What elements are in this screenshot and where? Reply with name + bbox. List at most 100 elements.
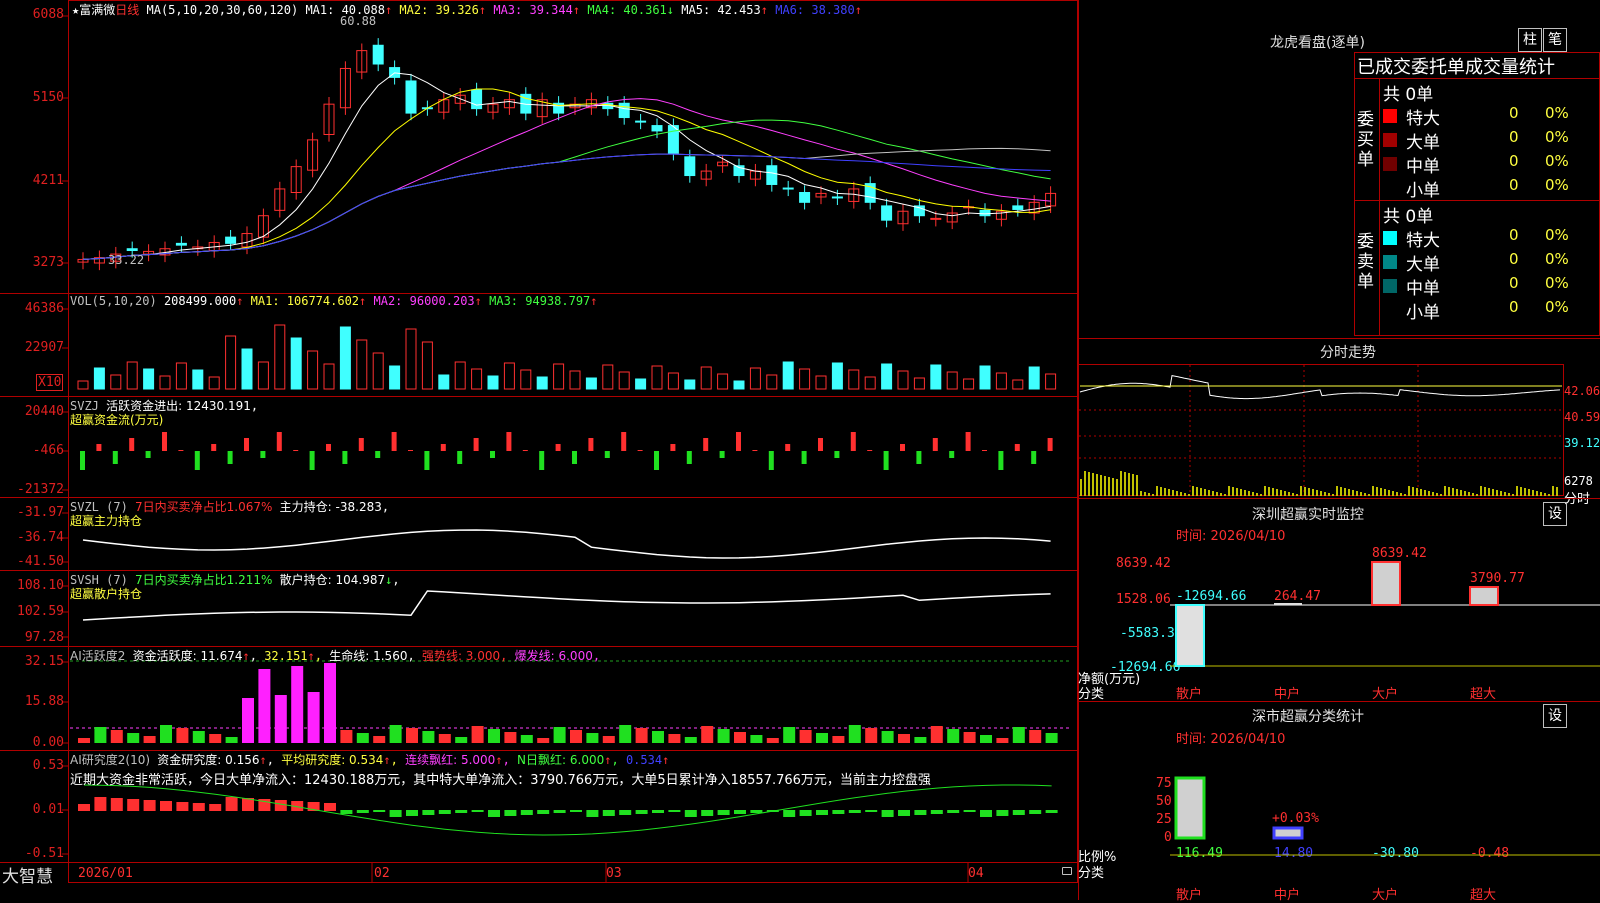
vol-bar-2 xyxy=(110,374,122,390)
svzj-bar-34 xyxy=(637,450,643,451)
buy-label: 委买单 xyxy=(1357,110,1374,170)
ma-line-1 xyxy=(82,72,1051,260)
air-bar-52 xyxy=(930,810,943,814)
ai2-bar-4 xyxy=(143,736,156,743)
air-bar-51 xyxy=(914,810,927,815)
ai2-bar-45 xyxy=(816,733,828,743)
ai2-bar-22 xyxy=(438,734,451,743)
price-tick-3: 3273 xyxy=(32,255,64,270)
air-bar-4 xyxy=(143,800,156,811)
sell-swatch-2 xyxy=(1383,279,1397,293)
air-bar-24 xyxy=(471,810,484,812)
svzj-bar-42 xyxy=(768,451,774,470)
svzj-bar-24 xyxy=(473,438,479,451)
bar-view-button[interactable]: 柱 xyxy=(1518,28,1542,52)
vol-bar-10 xyxy=(241,348,253,390)
svzl-sub: 超赢主力持仓 xyxy=(70,514,143,528)
svzj-bar-27 xyxy=(522,450,528,451)
ai2-bar-32 xyxy=(602,736,615,743)
ma3-arrow: ↑ xyxy=(572,3,581,17)
vol-bar-27 xyxy=(520,369,532,390)
ma3-value: MA3: 39.344 xyxy=(493,3,573,17)
ai2-bar-5 xyxy=(160,725,172,743)
ai2-bar-0 xyxy=(78,738,90,743)
sell-row-count-0: 0 xyxy=(1509,226,1519,244)
vol-bar-17 xyxy=(356,339,368,390)
svzj-bar-44 xyxy=(801,451,807,464)
ma5-value: MA5: 42.453 xyxy=(681,3,761,17)
ai2-bar-24 xyxy=(471,726,484,743)
svzj-tick-0: 20440 xyxy=(24,404,64,419)
sz-cat-1: 中户 xyxy=(1274,687,1301,702)
ai2-bar-43 xyxy=(783,727,796,743)
svzj-bar-10 xyxy=(244,438,249,451)
vol-tick-0: 46386 xyxy=(24,301,64,316)
svzl-line xyxy=(82,529,1051,559)
vol-ma2: MA2: 96000.203 xyxy=(373,294,475,308)
ai2-bar-35 xyxy=(652,731,664,743)
ai2-bar-14 xyxy=(307,692,320,743)
szc-val-0: 116.49 xyxy=(1176,846,1223,861)
air-bar-57 xyxy=(1012,810,1025,815)
svsh-sub: 超赢散户持仓 xyxy=(70,587,143,601)
lock-icon[interactable] xyxy=(1062,867,1072,875)
price-tick-0: 6088 xyxy=(32,7,64,22)
ai2-bar-18 xyxy=(373,736,386,743)
ai2-bar-33 xyxy=(619,725,632,743)
ai2-bar-27 xyxy=(520,735,533,743)
air-bar-16 xyxy=(340,810,353,814)
air-bar-3 xyxy=(127,799,140,811)
svzj-bar-16 xyxy=(342,451,348,464)
buy-row-count-1: 0 xyxy=(1509,128,1519,146)
air-bar-44 xyxy=(799,810,812,816)
svzj-bar-50 xyxy=(900,444,905,451)
sz-monitor-settings-button[interactable]: 设 xyxy=(1543,502,1567,526)
ma5-arrow: ↑ xyxy=(760,3,768,17)
ai2-bar-42 xyxy=(766,738,779,743)
tick-view-button[interactable]: 笔 xyxy=(1543,28,1567,52)
sz-bar-3 xyxy=(1469,586,1499,606)
svzj-bar-48 xyxy=(867,450,873,451)
svzj-bar-43 xyxy=(785,444,791,451)
svzj-bar-45 xyxy=(818,438,823,451)
sell-swatch-3 xyxy=(1383,303,1397,317)
ai2-b: 32.151 xyxy=(264,649,308,663)
ai2-bar-31 xyxy=(586,733,599,743)
ai2-bar-13 xyxy=(291,666,304,743)
ai2-name: AI活跃度2 xyxy=(70,649,126,663)
ma2-arrow: ↑ xyxy=(478,3,487,17)
air-n-red: N日飘红: 6.000 xyxy=(517,753,605,767)
air-bar-31 xyxy=(586,810,599,817)
vol-bar-56 xyxy=(995,372,1007,390)
ai2-bar-34 xyxy=(635,728,648,743)
svzj-bar-5 xyxy=(162,432,167,451)
szc-val-3: -0.48 xyxy=(1470,846,1510,861)
vol-bar-34 xyxy=(635,378,647,390)
price-tick-1: 5150 xyxy=(32,90,64,105)
svzj-bar-0 xyxy=(80,451,85,470)
vol-bar-37 xyxy=(684,379,696,390)
candle-body-3 xyxy=(126,248,138,252)
air-bar-46 xyxy=(832,810,845,814)
sz-monitor-time: 时间: 2026/04/10 xyxy=(1176,529,1286,544)
air-bar-27 xyxy=(520,810,533,815)
ai2-bar-19 xyxy=(389,725,402,743)
buy-row-pct-0: 0% xyxy=(1545,104,1569,122)
svzj-bar-12 xyxy=(276,432,282,451)
svzj-bar-39 xyxy=(719,451,725,458)
svzj-bar-18 xyxy=(375,451,381,458)
air-bar-9 xyxy=(225,797,238,811)
ai2-bar-7 xyxy=(192,731,205,743)
period-label[interactable]: 日线 xyxy=(115,3,139,17)
buy-row-pct-2: 0% xyxy=(1545,152,1569,170)
svzl-ratio: 7日内买卖净占比1.067% xyxy=(135,500,273,514)
svzj-bar-26 xyxy=(506,432,512,451)
ai2-bar-23 xyxy=(455,737,468,743)
sz-class-settings-button[interactable]: 设 xyxy=(1543,704,1567,728)
svzl-tick-0: -31.97 xyxy=(17,505,64,520)
vol-bar-40 xyxy=(733,380,745,390)
vol-bar-54 xyxy=(963,378,975,390)
vol-bar-12 xyxy=(274,324,286,390)
vol-unit-badge[interactable]: X10 xyxy=(36,374,64,391)
vol-bar-0 xyxy=(77,380,89,390)
